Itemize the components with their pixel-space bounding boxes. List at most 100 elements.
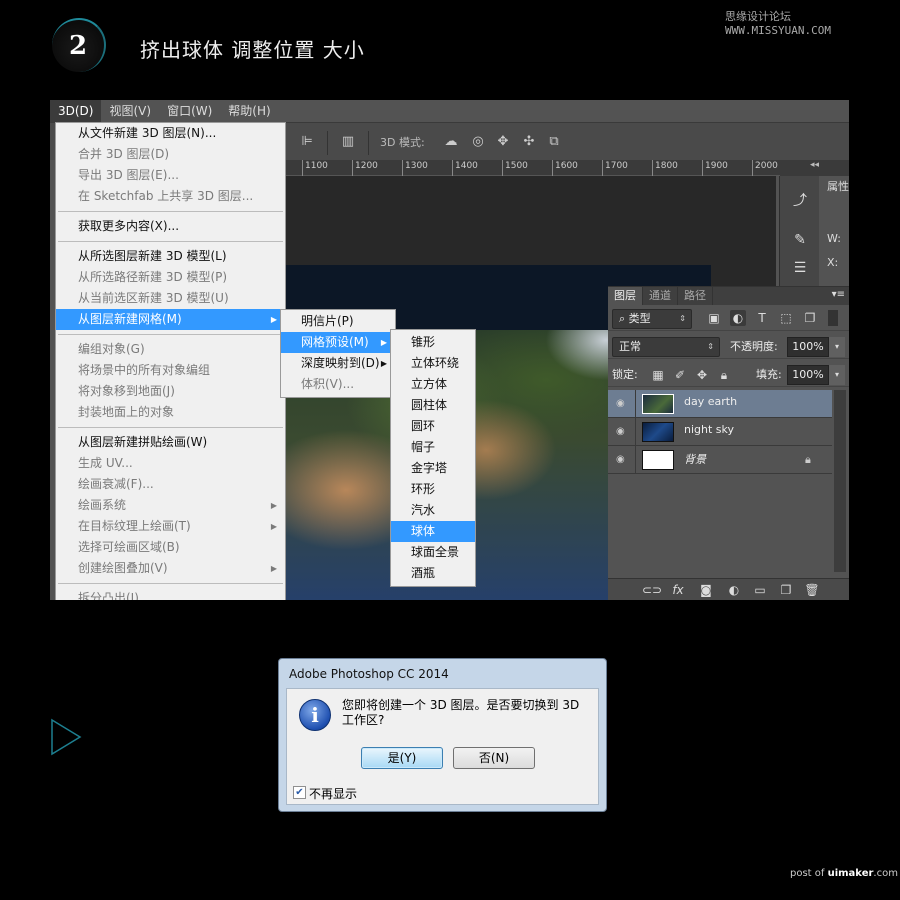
layers-footer: ⊂⊃ fx ◙ ◐ ▭ ❐ 🗑︎	[608, 578, 849, 600]
menu-3d-item[interactable]: 从所选路径新建 3D 模型(P)	[56, 267, 285, 288]
submenu-arrow-icon: ▶	[270, 564, 277, 573]
mesh-submenu-item[interactable]: 网格预设(M) ▶	[281, 332, 395, 353]
roll-icon[interactable]: ◎	[469, 133, 487, 151]
orbit-icon[interactable]: ☁	[442, 133, 460, 151]
preset-submenu-item[interactable]: 环形	[391, 479, 475, 500]
lock-position-icon[interactable]: ✥	[694, 367, 710, 383]
preset-submenu-item[interactable]: 立体环绕	[391, 353, 475, 374]
blend-mode-select[interactable]: 正常 ⇕	[612, 337, 720, 357]
preset-submenu-item[interactable]: 球面全景	[391, 542, 475, 563]
dont-show-checkbox[interactable]: ✔	[293, 786, 306, 799]
preset-submenu-item[interactable]: 圆环	[391, 416, 475, 437]
info-icon: i	[299, 699, 331, 731]
slide-icon[interactable]: ✣	[520, 133, 538, 151]
lock-transparency-icon[interactable]: ▦	[650, 367, 666, 383]
tab-paths[interactable]: 路径	[678, 287, 713, 305]
pixel-filter-icon[interactable]: ▣	[706, 310, 722, 326]
menu-3d-item[interactable]: 创建绘图叠加(V) ▶	[56, 558, 285, 579]
menu-3d-item[interactable]: 选择可绘画区域(B)	[56, 537, 285, 558]
delete-layer-icon[interactable]: 🗑︎	[804, 582, 820, 598]
adjustment-layer-icon[interactable]: ◐	[726, 582, 742, 598]
menu-3d-item[interactable]: 在目标纹理上绘画(T) ▶	[56, 516, 285, 537]
preset-submenu-item[interactable]: 酒瓶	[391, 563, 475, 584]
preset-submenu-item[interactable]: 立方体	[391, 374, 475, 395]
fill-input[interactable]: 100%	[787, 365, 829, 385]
menu-3d-item[interactable]: 合并 3D 图层(D)	[56, 144, 285, 165]
brush-settings-icon[interactable]: ☰	[790, 260, 810, 280]
pan-icon[interactable]: ✥	[494, 133, 512, 151]
preset-submenu-item[interactable]: 帽子	[391, 437, 475, 458]
menu-view[interactable]: 视图(V)	[101, 100, 159, 122]
yes-button[interactable]: 是(Y)	[361, 747, 443, 769]
filter-type-select[interactable]: ⌕ 类型 ⇕	[612, 309, 692, 329]
scale-icon[interactable]: ⧉	[545, 133, 563, 151]
layers-scrollbar[interactable]	[834, 390, 846, 572]
link-layers-icon[interactable]: ⊂⊃	[642, 582, 662, 598]
menu-help[interactable]: 帮助(H)	[220, 100, 278, 122]
menu-3d-item[interactable]: 从文件新建 3D 图层(N)...	[56, 123, 285, 144]
menu-3d-item[interactable]: 绘画衰减(F)...	[56, 474, 285, 495]
fx-icon[interactable]: fx	[670, 582, 686, 598]
type-filter-icon[interactable]: T	[754, 310, 770, 326]
menu-3d-item[interactable]: 导出 3D 图层(E)...	[56, 165, 285, 186]
brush-presets-icon[interactable]: ✎	[790, 232, 810, 252]
panel-menu-icon[interactable]: ▾≡	[832, 289, 845, 300]
adjustment-filter-icon[interactable]: ◐	[730, 310, 746, 326]
layer-day-earth[interactable]: ◉ day earth	[608, 390, 832, 418]
preset-submenu-item[interactable]: 汽水	[391, 500, 475, 521]
menu-3d-item[interactable]: 从图层新建拼贴绘画(W)	[56, 432, 285, 453]
new-group-icon[interactable]: ▭	[752, 582, 768, 598]
lock-pixels-icon[interactable]: ✐	[672, 367, 688, 383]
menu-3d-item[interactable]: 从所选图层新建 3D 模型(L)	[56, 246, 285, 267]
opacity-input[interactable]: 100%	[787, 337, 829, 357]
step-badge: 2	[52, 18, 106, 72]
mesh-submenu-item[interactable]: 明信片(P)	[281, 311, 395, 332]
menu-3d-item[interactable]: 在 Sketchfab 上共享 3D 图层...	[56, 186, 285, 207]
mesh-submenu-item[interactable]: 深度映射到(D) ▶	[281, 353, 395, 374]
menu-3d-item[interactable]: 将场景中的所有对象编组	[56, 360, 285, 381]
menu-3d[interactable]: 3D(D)	[50, 100, 102, 122]
opacity-label: 不透明度:	[730, 340, 778, 353]
menu-3d-item[interactable]: 拆分凸出(I)	[56, 588, 285, 600]
history-icon[interactable]: ⤴	[790, 190, 810, 210]
shape-filter-icon[interactable]: ⬚	[778, 310, 794, 326]
add-mask-icon[interactable]: ◙	[698, 582, 714, 598]
tab-channels[interactable]: 通道	[643, 287, 678, 305]
collapse-panels-button[interactable]: ◂◂	[780, 160, 849, 176]
layer-night-sky[interactable]: ◉ night sky	[608, 418, 832, 446]
preset-submenu-item[interactable]: 圆柱体	[391, 395, 475, 416]
preset-submenu-item[interactable]: 球体	[391, 521, 475, 542]
preset-submenu-item[interactable]: 金字塔	[391, 458, 475, 479]
fill-dropdown[interactable]: ▾	[829, 365, 845, 385]
mesh-submenu-item[interactable]: 体积(V)...	[281, 374, 395, 395]
opacity-dropdown[interactable]: ▾	[829, 337, 845, 357]
menu-3d-item[interactable]: 将对象移到地面(J)	[56, 381, 285, 402]
menu-3d-item[interactable]: 封装地面上的对象	[56, 402, 285, 423]
lock-all-icon[interactable]: 🔒︎	[716, 367, 732, 383]
ruler-tick: 2000	[752, 160, 778, 176]
new-layer-icon[interactable]: ❐	[778, 582, 794, 598]
distribute-icon[interactable]: ⊫	[298, 133, 316, 151]
smart-object-filter-icon[interactable]: ❐	[802, 310, 818, 326]
visibility-toggle[interactable]: ◉	[608, 418, 636, 446]
menu-3d-item[interactable]: 编组对象(G)	[56, 339, 285, 360]
no-button[interactable]: 否(N)	[453, 747, 535, 769]
align-icon[interactable]: ▥	[339, 133, 357, 151]
preset-submenu-item[interactable]: 锥形	[391, 332, 475, 353]
visibility-toggle[interactable]: ◉	[608, 446, 636, 474]
menu-separator	[58, 211, 283, 212]
layer-background[interactable]: ◉ 背景 🔒︎	[608, 446, 832, 474]
menu-3d-item[interactable]: 从图层新建网格(M) ▶	[56, 309, 285, 330]
menu-3d-item[interactable]: 绘画系统 ▶	[56, 495, 285, 516]
menu-3d-item[interactable]: 生成 UV...	[56, 453, 285, 474]
visibility-toggle[interactable]: ◉	[608, 390, 636, 418]
confirm-dialog: Adobe Photoshop CC 2014 i 您即将创建一个 3D 图层。…	[278, 658, 607, 812]
menu-item-label: 编组对象(G)	[78, 342, 145, 356]
menu-item-label: 从所选路径新建 3D 模型(P)	[78, 270, 228, 284]
filter-toggle[interactable]	[828, 310, 838, 326]
menu-window[interactable]: 窗口(W)	[159, 100, 220, 122]
tab-layers[interactable]: 图层	[608, 287, 643, 305]
menu-3d-item[interactable]: 获取更多内容(X)...	[56, 216, 285, 237]
menu-separator	[58, 241, 283, 242]
menu-3d-item[interactable]: 从当前选区新建 3D 模型(U)	[56, 288, 285, 309]
